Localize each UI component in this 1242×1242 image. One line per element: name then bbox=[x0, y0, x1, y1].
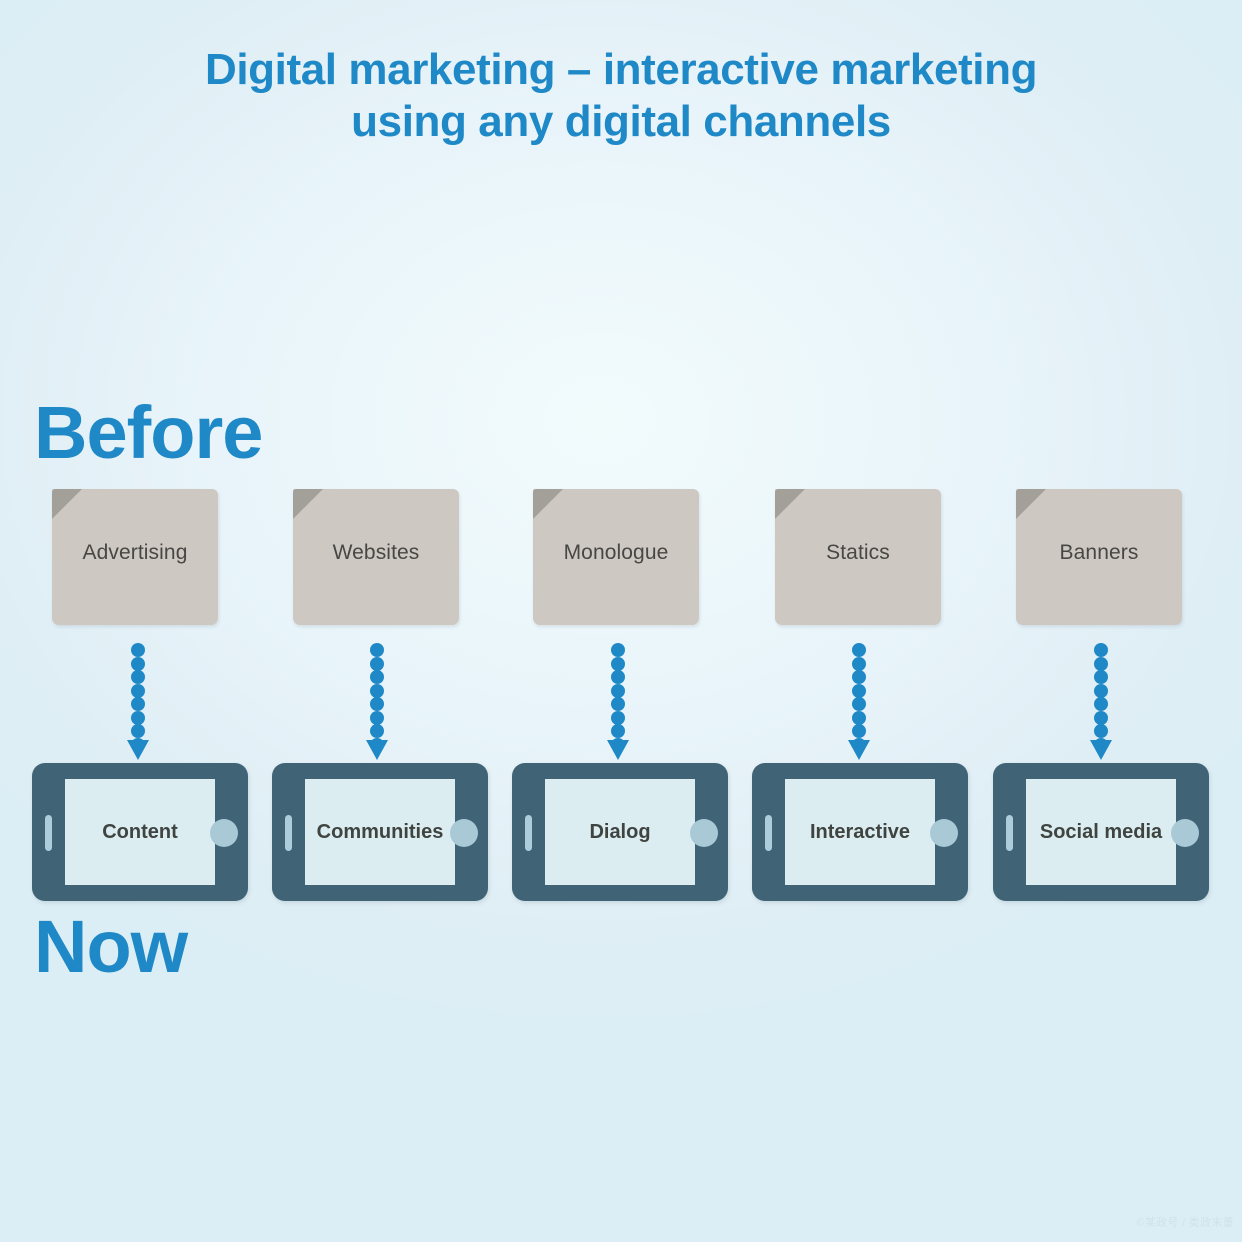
page-fold-icon bbox=[293, 489, 323, 519]
arrow-dot bbox=[611, 724, 625, 738]
page-title-line-2: using any digital channels bbox=[351, 97, 891, 146]
arrow-dot bbox=[1094, 724, 1108, 738]
now-tablet-social-media: Social media bbox=[993, 763, 1209, 901]
arrow-dot bbox=[611, 656, 625, 671]
page-fold-icon bbox=[52, 489, 82, 519]
arrow-dot bbox=[1094, 683, 1108, 698]
before-card-label: Monologue bbox=[563, 541, 669, 564]
arrow-dot bbox=[852, 683, 866, 698]
before-card-advertising: Advertising bbox=[52, 489, 218, 625]
now-tablet-label: Content bbox=[102, 820, 178, 843]
arrow-dot bbox=[611, 670, 625, 684]
before-card-label: Statics bbox=[826, 541, 890, 564]
before-card-websites: Websites bbox=[293, 489, 459, 625]
tablet-screen: Dialog bbox=[545, 779, 695, 885]
arrow-head-icon bbox=[1090, 740, 1112, 760]
now-tablet-label: Interactive bbox=[809, 820, 911, 843]
now-tablet-communities: Communities bbox=[272, 763, 488, 901]
home-button-icon[interactable] bbox=[450, 819, 478, 847]
now-tablet-interactive: Interactive bbox=[752, 763, 968, 901]
now-tablet-dialog: Dialog bbox=[512, 763, 728, 901]
dotted-down-arrow-icon bbox=[607, 640, 629, 760]
page-title: Digital marketing – interactive marketin… bbox=[0, 44, 1242, 148]
now-tablet-label: Social media bbox=[1039, 820, 1163, 843]
arrow-row bbox=[0, 640, 1242, 760]
before-card-monologue: Monologue bbox=[533, 489, 699, 625]
arrow-dot bbox=[852, 670, 866, 684]
arrow-head-icon bbox=[127, 740, 149, 760]
tablet-screen: Interactive bbox=[785, 779, 935, 885]
page-title-line-1: Digital marketing – interactive marketin… bbox=[204, 45, 1038, 94]
arrow-dot bbox=[131, 697, 145, 711]
dotted-down-arrow-icon bbox=[848, 640, 870, 760]
arrow-dot bbox=[1094, 656, 1108, 671]
now-tablet-label: Communities bbox=[316, 820, 444, 843]
arrow-dot bbox=[370, 724, 384, 738]
arrow-dot bbox=[611, 710, 625, 725]
page-fold-icon bbox=[775, 489, 805, 519]
speaker-slot-icon bbox=[525, 815, 532, 851]
arrow-dot bbox=[370, 670, 384, 684]
arrow-dot bbox=[131, 670, 145, 684]
arrow-dot bbox=[1094, 710, 1108, 725]
page-fold-icon bbox=[533, 489, 563, 519]
arrow-dot bbox=[1094, 643, 1108, 657]
before-card-label: Advertising bbox=[82, 541, 188, 564]
arrow-dot bbox=[852, 656, 866, 671]
now-tablet-label: Dialog bbox=[589, 820, 651, 843]
now-row: Content Communities Dialog Interactive Socia… bbox=[0, 763, 1242, 901]
speaker-slot-icon bbox=[285, 815, 292, 851]
arrow-dot bbox=[611, 683, 625, 698]
arrow-dot bbox=[131, 643, 145, 657]
arrow-dot bbox=[852, 643, 866, 657]
page-fold-icon bbox=[1016, 489, 1046, 519]
arrow-head-icon bbox=[607, 740, 629, 760]
tablet-screen: Communities bbox=[305, 779, 455, 885]
dotted-down-arrow-icon bbox=[1090, 640, 1112, 760]
arrow-dot bbox=[370, 643, 384, 657]
arrow-head-icon bbox=[848, 740, 870, 760]
arrow-dot bbox=[370, 697, 384, 711]
arrow-dot bbox=[131, 710, 145, 725]
home-button-icon[interactable] bbox=[1171, 819, 1199, 847]
before-row: Advertising Websites Monologue Statics Banne… bbox=[0, 489, 1242, 625]
dotted-down-arrow-icon bbox=[127, 640, 149, 760]
speaker-slot-icon bbox=[45, 815, 52, 851]
before-card-statics: Statics bbox=[775, 489, 941, 625]
watermark: ©某政号 / 类政末董 bbox=[1136, 1217, 1234, 1229]
now-tablet-content: Content bbox=[32, 763, 248, 901]
arrow-dot bbox=[611, 697, 625, 711]
before-card-label: Websites bbox=[332, 541, 420, 564]
arrow-dot bbox=[852, 710, 866, 725]
dotted-down-arrow-icon bbox=[366, 640, 388, 760]
arrow-dot bbox=[611, 643, 625, 657]
home-button-icon[interactable] bbox=[690, 819, 718, 847]
home-button-icon[interactable] bbox=[210, 819, 238, 847]
before-card-banners: Banners bbox=[1016, 489, 1182, 625]
infographic-canvas: Digital marketing – interactive marketin… bbox=[0, 0, 1242, 1242]
speaker-slot-icon bbox=[765, 815, 772, 851]
speaker-slot-icon bbox=[1006, 815, 1013, 851]
arrow-dot bbox=[370, 656, 384, 671]
arrow-dot bbox=[852, 697, 866, 711]
tablet-screen: Content bbox=[65, 779, 215, 885]
home-button-icon[interactable] bbox=[930, 819, 958, 847]
arrow-dot bbox=[370, 683, 384, 698]
arrow-head-icon bbox=[366, 740, 388, 760]
arrow-dot bbox=[1094, 670, 1108, 684]
tablet-screen: Social media bbox=[1026, 779, 1176, 885]
arrow-dot bbox=[131, 724, 145, 738]
section-label-before: Before bbox=[34, 391, 263, 474]
before-card-label: Banners bbox=[1059, 541, 1139, 564]
arrow-dot bbox=[1094, 697, 1108, 711]
arrow-dot bbox=[370, 710, 384, 725]
arrow-dot bbox=[131, 683, 145, 698]
section-label-now: Now bbox=[34, 905, 188, 988]
arrow-dot bbox=[131, 656, 145, 671]
arrow-dot bbox=[852, 724, 866, 738]
